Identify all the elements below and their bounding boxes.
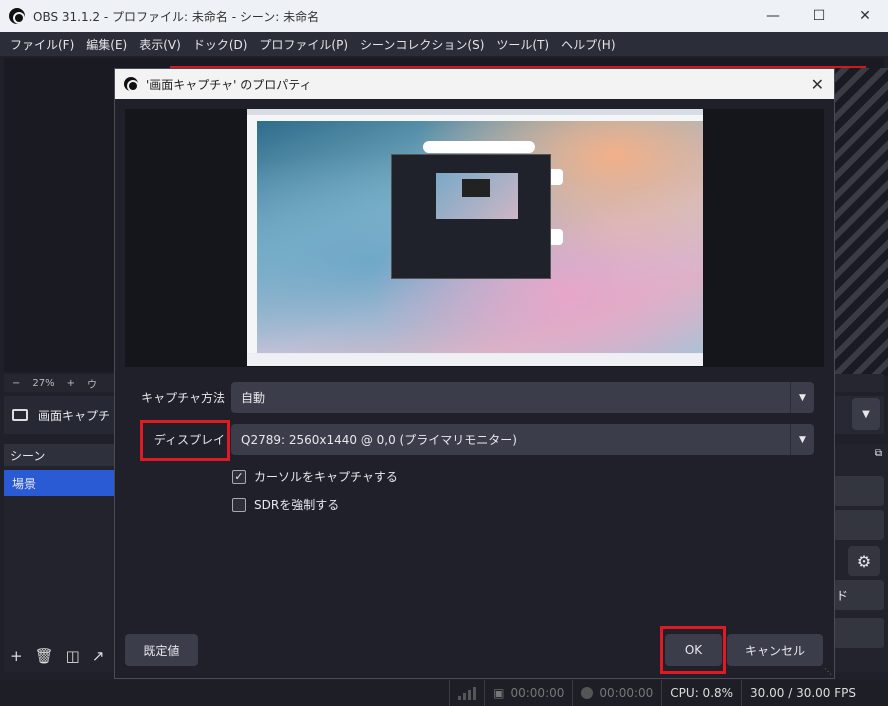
control-button-label: ド xyxy=(836,589,849,603)
menu-tools[interactable]: ツール(T) xyxy=(490,36,555,53)
zoom-more: ウ xyxy=(87,379,98,391)
stream-status: 00:00:00 xyxy=(572,680,661,706)
obs-logo-icon xyxy=(124,77,139,92)
dialog-title: '画面キャプチャ' のプロパティ xyxy=(146,77,312,92)
stream-time: 00:00:00 xyxy=(599,686,654,700)
zoom-out-button[interactable]: − xyxy=(12,378,20,389)
ok-button-highlight xyxy=(660,626,726,674)
window-controls: — ☐ ✕ xyxy=(750,0,888,32)
search-pill-graphic xyxy=(423,141,535,153)
obs-logo-icon xyxy=(9,8,25,24)
scene-filter-icon[interactable]: ◫ xyxy=(66,647,80,665)
minimize-icon[interactable]: — xyxy=(750,0,796,32)
nested-obs-window-graphic xyxy=(391,154,551,279)
zoom-value: 27% xyxy=(32,377,55,389)
display-select[interactable]: Q2789: 2560x1440 @ 0,0 (プライマリモニター) ▼ xyxy=(231,424,814,455)
main-title-bar: OBS 31.1.2 - プロファイル: 未命名 - シーン: 未命名 — ☐ … xyxy=(0,0,888,32)
scene-edit-icon[interactable]: ↗ xyxy=(92,647,105,665)
control-button-3[interactable]: ド xyxy=(834,580,884,610)
settings-gear-button[interactable]: ⚙ xyxy=(848,546,880,576)
window-title: OBS 31.1.2 - プロファイル: 未命名 - シーン: 未命名 xyxy=(33,9,320,24)
menu-profile[interactable]: プロファイル(P) xyxy=(253,36,354,53)
capture-preview xyxy=(125,109,824,367)
menu-view[interactable]: 表示(V) xyxy=(133,36,187,53)
chevron-down-icon: ▼ xyxy=(790,382,814,413)
menu-dock[interactable]: ドック(D) xyxy=(187,36,254,53)
properties-dialog: '画面キャプチャ' のプロパティ ✕ キャプチャ方法 自動 ▼ ディスプレイ Q… xyxy=(114,68,835,679)
chevron-down-icon: ▼ xyxy=(790,424,814,455)
defaults-button[interactable]: 既定値 xyxy=(125,634,198,666)
source-dropdown-button[interactable]: ▼ xyxy=(852,398,880,430)
record-icon: ▣ xyxy=(493,686,505,700)
resize-grip-icon[interactable]: ⋱ xyxy=(824,667,832,676)
force-sdr-checkbox[interactable]: SDRを強制する xyxy=(232,496,339,513)
menu-scene-collection[interactable]: シーンコレクション(S) xyxy=(354,36,490,53)
remove-scene-icon[interactable]: 🗑 xyxy=(35,647,54,665)
maximize-icon[interactable]: ☐ xyxy=(796,0,842,32)
menu-bar: ファイル(F) 編集(E) 表示(V) ドック(D) プロファイル(P) シーン… xyxy=(0,32,888,56)
menu-help[interactable]: ヘルプ(H) xyxy=(555,36,621,53)
capture-method-select[interactable]: 自動 ▼ xyxy=(231,382,814,413)
scene-item[interactable]: 場景 xyxy=(4,470,114,496)
close-icon[interactable]: ✕ xyxy=(811,75,824,94)
signal-bars-icon xyxy=(458,686,477,700)
scenes-header: シーン xyxy=(4,444,114,466)
display-value: Q2789: 2560x1440 @ 0,0 (プライマリモニター) xyxy=(241,433,517,447)
preview-edge-stripes xyxy=(830,68,888,376)
menu-file[interactable]: ファイル(F) xyxy=(4,36,80,53)
source-label: 画面キャプチ xyxy=(38,408,111,423)
add-scene-icon[interactable]: + xyxy=(10,647,23,665)
close-window-icon[interactable]: ✕ xyxy=(842,0,888,32)
network-indicator xyxy=(449,680,484,706)
capture-cursor-label: カーソルをキャプチャする xyxy=(254,470,398,484)
menu-edit[interactable]: 編集(E) xyxy=(80,36,133,53)
checkbox-empty-icon xyxy=(232,497,246,512)
gear-icon: ⚙ xyxy=(856,551,872,571)
force-sdr-label: SDRを強制する xyxy=(254,498,340,512)
checkmark-icon: ✓ xyxy=(232,469,246,484)
capture-method-label: キャプチャ方法 xyxy=(141,391,225,405)
chevron-down-icon: ▼ xyxy=(862,408,870,420)
display-label-highlight xyxy=(140,420,230,461)
nested-preview-graphic xyxy=(436,173,518,219)
fps-display: 30.00 / 30.00 FPS xyxy=(741,680,888,706)
control-button-2[interactable] xyxy=(834,510,884,540)
status-bar: ▣ 00:00:00 00:00:00 CPU: 0.8% 30.00 / 30.… xyxy=(0,680,888,706)
scene-toolbar: + 🗑 ◫ ↗ xyxy=(4,644,114,668)
capture-method-value: 自動 xyxy=(241,391,266,405)
captured-screen-image xyxy=(247,109,703,366)
cpu-usage: CPU: 0.8% xyxy=(661,680,741,706)
capture-cursor-checkbox[interactable]: ✓ カーソルをキャプチャする xyxy=(232,468,398,485)
control-button-4[interactable] xyxy=(834,618,884,648)
browser-sidebar-graphic xyxy=(247,121,257,353)
taskbar-graphic xyxy=(247,354,703,366)
capture-method-row: キャプチャ方法 自動 ▼ xyxy=(125,382,814,413)
control-button-1[interactable] xyxy=(834,476,884,506)
zoom-in-button[interactable]: + xyxy=(67,378,75,389)
panel-float-icon[interactable]: ⧉ xyxy=(875,448,882,459)
monitor-icon xyxy=(12,409,28,421)
scenes-panel: シーン 場景 xyxy=(4,444,114,672)
cancel-button[interactable]: キャンセル xyxy=(727,634,823,666)
dialog-title-bar: '画面キャプチャ' のプロパティ ✕ xyxy=(115,69,834,99)
record-time: 00:00:00 xyxy=(510,686,565,700)
record-status: ▣ 00:00:00 xyxy=(484,680,572,706)
stream-icon xyxy=(581,687,594,699)
